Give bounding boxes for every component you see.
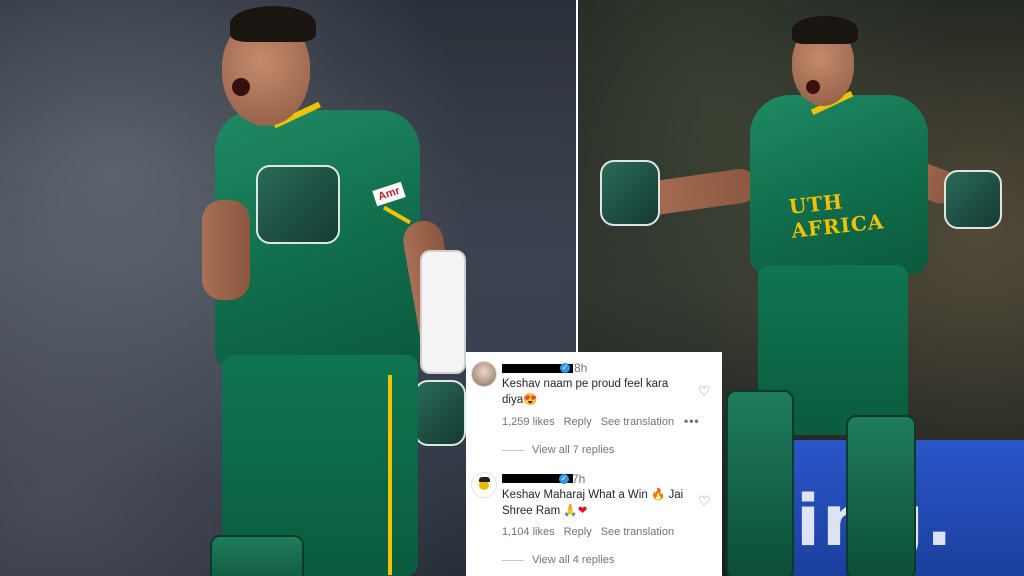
batting-glove [256, 165, 340, 244]
player-hair [792, 16, 858, 44]
commenter-avatar[interactable] [471, 361, 497, 387]
like-heart-icon[interactable]: ♡ [698, 384, 711, 400]
player-hair [230, 6, 316, 42]
fire-emoji: 🔥 [650, 489, 666, 501]
view-replies-link[interactable]: View all 7 replies [502, 444, 614, 456]
heart-eyes-emoji: 😍 [523, 394, 538, 406]
batting-glove-right [944, 170, 1002, 229]
comment-meta: 1,104 likes Reply See translation [502, 526, 683, 538]
comment-meta: 1,259 likes Reply See translation [502, 416, 683, 428]
jersey [750, 95, 928, 275]
comments-card: ✓ 8h Keshav naam pe proud feel kara diya… [466, 352, 722, 576]
jersey-chest-text: UTH AFRICA [787, 189, 886, 243]
see-translation-link[interactable]: See translation [601, 526, 674, 538]
like-count[interactable]: 1,104 likes [502, 526, 555, 538]
comment-item: ✓ 8h Keshav naam pe proud feel kara diya… [466, 352, 722, 464]
verified-badge-icon: ✓ [559, 474, 569, 484]
comment-time: 8h [574, 361, 588, 375]
view-replies-link[interactable]: View all 4 replies [502, 554, 614, 566]
verified-badge-icon: ✓ [560, 363, 570, 373]
pray-emoji: 🙏 [563, 505, 578, 517]
leg-pad [210, 535, 304, 576]
leg-pad-right [846, 415, 916, 576]
comment-text: Keshav Maharaj What a Win 🔥 Jai Shree Ra… [502, 487, 692, 519]
like-count[interactable]: 1,259 likes [502, 416, 555, 428]
reply-button[interactable]: Reply [564, 526, 592, 538]
like-heart-icon[interactable]: ♡ [698, 494, 711, 510]
comment-body: Keshav Maharaj What a Win [502, 489, 648, 501]
comment-time: 7h [572, 472, 586, 486]
replies-divider [502, 559, 524, 561]
more-options-icon[interactable]: ••• [684, 414, 700, 428]
player-mouth [806, 80, 820, 94]
replies-divider [502, 449, 524, 451]
batting-glove-right [414, 380, 466, 446]
left-arm [202, 200, 250, 300]
commenter-avatar[interactable] [471, 472, 497, 498]
see-translation-link[interactable]: See translation [601, 416, 674, 428]
view-replies-text: View all 7 replies [532, 444, 615, 456]
comment-item: ✓ 7h Keshav Maharaj What a Win 🔥 Jai Shr… [466, 464, 722, 576]
avatar-cap [479, 477, 490, 482]
player-mouth [232, 78, 250, 96]
comment-text: Keshav naam pe proud feel kara diya😍 [502, 376, 692, 408]
pants-stripe [388, 375, 392, 575]
arm-guard [420, 250, 466, 374]
leg-pad-left [726, 390, 794, 576]
batting-glove [600, 160, 660, 226]
reply-button[interactable]: Reply [564, 416, 592, 428]
view-replies-text: View all 4 replies [532, 554, 615, 566]
red-heart-emoji: ❤ [577, 505, 588, 517]
